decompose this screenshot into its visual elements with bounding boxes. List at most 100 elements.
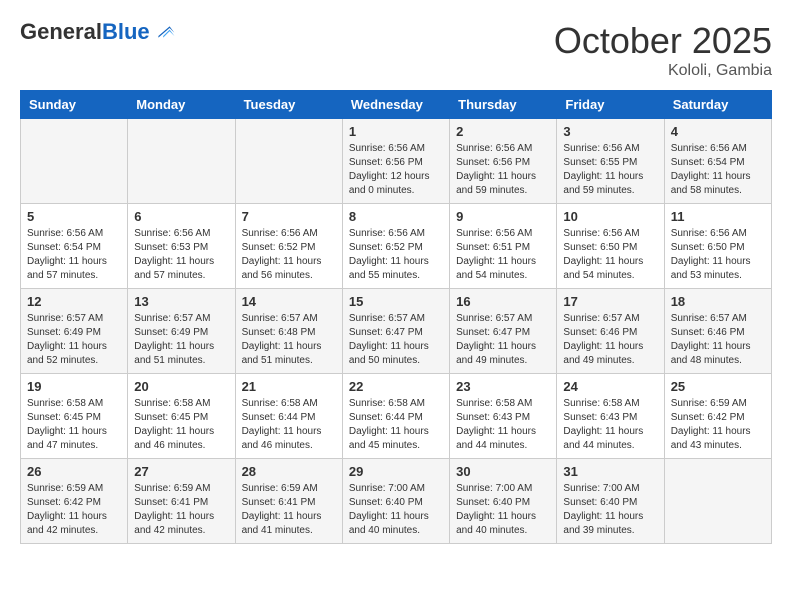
day-info: Sunrise: 6:57 AMSunset: 6:46 PMDaylight:… [671,312,765,368]
day-cell: 11Sunrise: 6:56 AMSunset: 6:50 PMDayligh… [664,204,771,289]
day-cell: 8 Sunrise: 6:56 AMSunset: 6:52 PMDaylight… [342,204,449,289]
day-number: 7 [242,209,336,224]
day-info: Sunrise: 6:57 AMSunset: 6:47 PMDaylight:… [456,312,550,368]
day-info: Sunrise: 6:57 AMSunset: 6:48 PMDaylight:… [242,312,336,368]
day-number: 31 [563,464,657,479]
day-info: Sunrise: 6:56 AMSunset: 6:50 PMDaylight:… [563,227,657,283]
day-cell: 30Sunrise: 7:00 AMSunset: 6:40 PMDayligh… [450,459,557,544]
day-cell: 21 Sunrise: 6:58 AMSunset: 6:44 PMDayligh… [235,374,342,459]
day-number: 16 [456,294,550,309]
day-cell: 19 Sunrise: 6:58 AMSunset: 6:45 PMDayligh… [21,374,128,459]
day-number: 6 [134,209,228,224]
weekday-header-thursday: Thursday [450,91,557,119]
day-cell: 26 Sunrise: 6:59 AMSunset: 6:42 PMDayligh… [21,459,128,544]
day-number: 4 [671,124,765,139]
day-number: 27 [134,464,228,479]
day-cell: 31 Sunrise: 7:00 AMSunset: 6:40 PMDayligh… [557,459,664,544]
day-info: Sunrise: 7:00 AMSunset: 6:40 PMDaylight:… [456,482,550,538]
day-number: 13 [134,294,228,309]
weekday-header-wednesday: Wednesday [342,91,449,119]
day-number: 29 [349,464,443,479]
day-cell: 10 Sunrise: 6:56 AMSunset: 6:50 PMDayligh… [557,204,664,289]
week-row-3: 12 Sunrise: 6:57 AMSunset: 6:49 PMDayligh… [21,289,772,374]
day-cell: 9Sunrise: 6:56 AMSunset: 6:51 PMDaylight… [450,204,557,289]
day-info: Sunrise: 6:58 AMSunset: 6:43 PMDaylight:… [456,397,550,453]
day-number: 22 [349,379,443,394]
day-number: 14 [242,294,336,309]
day-info: Sunrise: 6:56 AMSunset: 6:56 PMDaylight:… [349,142,443,198]
day-number: 2 [456,124,550,139]
day-number: 23 [456,379,550,394]
day-info: Sunrise: 6:59 AMSunset: 6:42 PMDaylight:… [27,482,121,538]
logo: GeneralBlue [20,20,176,44]
day-info: Sunrise: 6:58 AMSunset: 6:44 PMDaylight:… [242,397,336,453]
day-cell: 7Sunrise: 6:56 AMSunset: 6:52 PMDaylight… [235,204,342,289]
day-number: 10 [563,209,657,224]
weekday-header-row: SundayMondayTuesdayWednesdayThursdayFrid… [21,91,772,119]
calendar: SundayMondayTuesdayWednesdayThursdayFrid… [20,90,772,544]
day-info: Sunrise: 6:59 AMSunset: 6:41 PMDaylight:… [242,482,336,538]
weekday-header-friday: Friday [557,91,664,119]
day-cell: 14 Sunrise: 6:57 AMSunset: 6:48 PMDayligh… [235,289,342,374]
logo-icon [152,20,176,44]
day-number: 24 [563,379,657,394]
day-number: 28 [242,464,336,479]
day-cell [235,119,342,204]
day-number: 8 [349,209,443,224]
day-cell [664,459,771,544]
day-number: 25 [671,379,765,394]
title-section: October 2025 Kololi, Gambia [554,20,772,80]
day-info: Sunrise: 6:56 AMSunset: 6:54 PMDaylight:… [671,142,765,198]
location: Kololi, Gambia [554,62,772,80]
day-cell: 6Sunrise: 6:56 AMSunset: 6:53 PMDaylight… [128,204,235,289]
day-cell: 28 Sunrise: 6:59 AMSunset: 6:41 PMDayligh… [235,459,342,544]
logo-blue-text: Blue [102,19,150,44]
day-cell: 25Sunrise: 6:59 AMSunset: 6:42 PMDayligh… [664,374,771,459]
day-cell: 3 Sunrise: 6:56 AMSunset: 6:55 PMDaylight… [557,119,664,204]
weekday-header-saturday: Saturday [664,91,771,119]
day-cell: 13 Sunrise: 6:57 AMSunset: 6:49 PMDayligh… [128,289,235,374]
day-number: 19 [27,379,121,394]
day-number: 5 [27,209,121,224]
day-info: Sunrise: 7:00 AMSunset: 6:40 PMDaylight:… [349,482,443,538]
day-cell: 27 Sunrise: 6:59 AMSunset: 6:41 PMDayligh… [128,459,235,544]
day-cell: 23 Sunrise: 6:58 AMSunset: 6:43 PMDayligh… [450,374,557,459]
day-info: Sunrise: 6:56 AMSunset: 6:55 PMDaylight:… [563,142,657,198]
week-row-4: 19 Sunrise: 6:58 AMSunset: 6:45 PMDayligh… [21,374,772,459]
day-info: Sunrise: 6:58 AMSunset: 6:43 PMDaylight:… [563,397,657,453]
day-info: Sunrise: 6:59 AMSunset: 6:41 PMDaylight:… [134,482,228,538]
day-number: 20 [134,379,228,394]
weekday-header-sunday: Sunday [21,91,128,119]
header: GeneralBlue October 2025 Kololi, Gambia [20,20,772,80]
day-cell: 16 Sunrise: 6:57 AMSunset: 6:47 PMDayligh… [450,289,557,374]
day-info: Sunrise: 6:56 AMSunset: 6:51 PMDaylight:… [456,227,550,283]
day-cell: 1 Sunrise: 6:56 AMSunset: 6:56 PMDaylight… [342,119,449,204]
day-cell: 22Sunrise: 6:58 AMSunset: 6:44 PMDayligh… [342,374,449,459]
day-cell: 4 Sunrise: 6:56 AMSunset: 6:54 PMDaylight… [664,119,771,204]
day-number: 12 [27,294,121,309]
weekday-header-tuesday: Tuesday [235,91,342,119]
day-cell [21,119,128,204]
day-info: Sunrise: 6:57 AMSunset: 6:49 PMDaylight:… [27,312,121,368]
day-info: Sunrise: 7:00 AMSunset: 6:40 PMDaylight:… [563,482,657,538]
day-cell: 5Sunrise: 6:56 AMSunset: 6:54 PMDaylight… [21,204,128,289]
day-number: 17 [563,294,657,309]
day-info: Sunrise: 6:57 AMSunset: 6:47 PMDaylight:… [349,312,443,368]
day-number: 21 [242,379,336,394]
day-number: 26 [27,464,121,479]
week-row-1: 1 Sunrise: 6:56 AMSunset: 6:56 PMDaylight… [21,119,772,204]
day-cell: 20 Sunrise: 6:58 AMSunset: 6:45 PMDayligh… [128,374,235,459]
day-info: Sunrise: 6:58 AMSunset: 6:45 PMDaylight:… [134,397,228,453]
day-number: 1 [349,124,443,139]
week-row-2: 5Sunrise: 6:56 AMSunset: 6:54 PMDaylight… [21,204,772,289]
day-cell: 17 Sunrise: 6:57 AMSunset: 6:46 PMDayligh… [557,289,664,374]
day-info: Sunrise: 6:56 AMSunset: 6:52 PMDaylight:… [349,227,443,283]
day-cell: 15 Sunrise: 6:57 AMSunset: 6:47 PMDayligh… [342,289,449,374]
day-cell: 12 Sunrise: 6:57 AMSunset: 6:49 PMDayligh… [21,289,128,374]
day-number: 11 [671,209,765,224]
day-number: 3 [563,124,657,139]
day-info: Sunrise: 6:57 AMSunset: 6:46 PMDaylight:… [563,312,657,368]
day-info: Sunrise: 6:57 AMSunset: 6:49 PMDaylight:… [134,312,228,368]
day-number: 15 [349,294,443,309]
day-info: Sunrise: 6:58 AMSunset: 6:45 PMDaylight:… [27,397,121,453]
